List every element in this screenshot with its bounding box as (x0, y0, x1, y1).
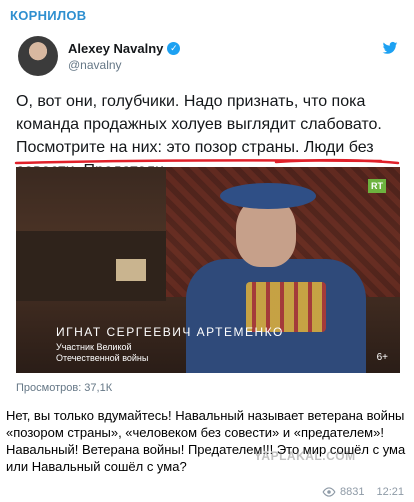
video-player[interactable]: RT ИГНАТ СЕРГЕЕВИЧ АРТЕМЕНКО Участник Ве… (16, 167, 400, 373)
caption-name: ИГНАТ СЕРГЕЕВИЧ АРТЕМЕНКО (56, 325, 284, 339)
message-text: Нет, вы только вдумайтесь! Навальный наз… (6, 408, 406, 474)
watermark: YAPLAKAL.COM (254, 449, 356, 463)
photo-frame (116, 259, 146, 281)
caption-role: Участник Великой Отечественной войны (56, 342, 149, 363)
tweet-author[interactable]: Alexey Navalny ✓ @navalny (18, 36, 181, 76)
views-count: 8831 (339, 486, 365, 498)
avatar[interactable] (18, 36, 58, 76)
twitter-bird-icon (382, 41, 398, 54)
author-handle[interactable]: @navalny (68, 58, 180, 72)
message-meta: 8831 12:21 (322, 486, 404, 498)
message-time: 12:21 (376, 486, 404, 498)
tweet-views: Просмотров: 37,1К (16, 382, 113, 394)
rt-logo-icon: RT (368, 179, 386, 193)
age-rating: 6+ (376, 352, 388, 363)
channel-name[interactable]: КОРНИЛОВ (10, 8, 86, 23)
channel-header[interactable]: КОРНИЛОВ (0, 0, 414, 30)
eye-icon (322, 487, 336, 497)
video-caption: ИГНАТ СЕРГЕЕВИЧ АРТЕМЕНКО Участник Велик… (56, 325, 284, 364)
handdrawn-underline (14, 158, 400, 165)
verified-icon: ✓ (167, 41, 181, 55)
military-cap (220, 183, 316, 209)
author-name[interactable]: Alexey Navalny (68, 41, 163, 56)
tweet-card[interactable]: Alexey Navalny ✓ @navalny О, вот они, го… (6, 30, 406, 398)
